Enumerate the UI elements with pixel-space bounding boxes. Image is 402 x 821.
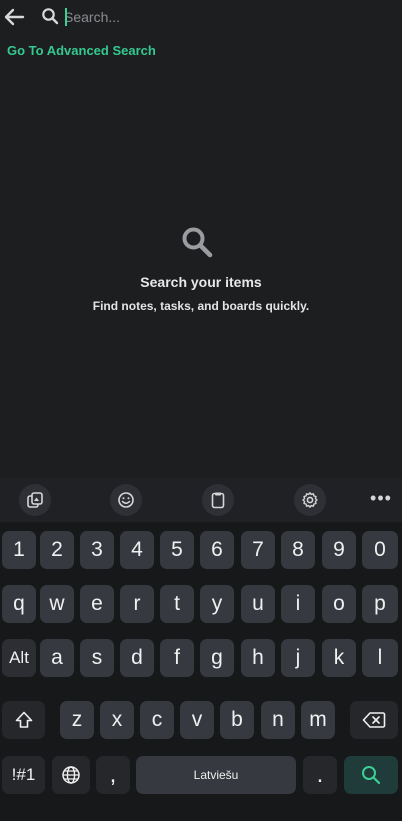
- key-o[interactable]: o: [322, 585, 356, 623]
- key-b[interactable]: b: [220, 701, 254, 739]
- key-3[interactable]: 3: [80, 531, 114, 569]
- key-8[interactable]: 8: [281, 531, 315, 569]
- sticker-icon[interactable]: [19, 484, 51, 516]
- key-7[interactable]: 7: [241, 531, 275, 569]
- keyboard-toolbar: •••: [0, 478, 402, 522]
- key-4[interactable]: 4: [120, 531, 154, 569]
- key-5[interactable]: 5: [160, 531, 194, 569]
- key-l[interactable]: l: [362, 639, 398, 677]
- symbols-key[interactable]: !#1: [2, 756, 45, 794]
- space-bar[interactable]: Latviešu: [136, 756, 296, 794]
- key-1[interactable]: 1: [2, 531, 36, 569]
- key-r[interactable]: r: [120, 585, 154, 623]
- key-j[interactable]: j: [281, 639, 315, 677]
- key-n[interactable]: n: [261, 701, 295, 739]
- key-m[interactable]: m: [301, 701, 335, 739]
- key-f[interactable]: f: [160, 639, 194, 677]
- key-6[interactable]: 6: [200, 531, 234, 569]
- advanced-search-link[interactable]: Go To Advanced Search: [7, 43, 156, 58]
- search-icon: [180, 225, 214, 259]
- emoji-icon[interactable]: [110, 484, 142, 516]
- key-i[interactable]: i: [281, 585, 315, 623]
- key-u[interactable]: u: [241, 585, 275, 623]
- key-d[interactable]: d: [120, 639, 154, 677]
- on-screen-keyboard: 1 2 3 4 5 6 7 8 9 0 q w e r t y u i o p …: [0, 522, 402, 821]
- key-c[interactable]: c: [140, 701, 174, 739]
- key-e[interactable]: e: [80, 585, 114, 623]
- key-a[interactable]: a: [40, 639, 74, 677]
- search-header: [0, 0, 402, 36]
- comma-key[interactable]: ,: [96, 756, 130, 794]
- period-key[interactable]: .: [303, 756, 337, 794]
- empty-state-title: Search your items: [140, 274, 262, 290]
- key-s[interactable]: s: [80, 639, 114, 677]
- search-screen: Go To Advanced Search Search your items …: [0, 0, 402, 821]
- search-input[interactable]: [64, 6, 384, 28]
- key-y[interactable]: y: [200, 585, 234, 623]
- key-x[interactable]: x: [100, 701, 134, 739]
- key-9[interactable]: 9: [322, 531, 356, 569]
- clipboard-icon[interactable]: [202, 484, 234, 516]
- key-k[interactable]: k: [322, 639, 356, 677]
- key-w[interactable]: w: [40, 585, 74, 623]
- back-arrow-icon[interactable]: [2, 6, 26, 28]
- key-p[interactable]: p: [362, 585, 398, 623]
- search-icon: [41, 7, 59, 25]
- text-cursor: [65, 8, 67, 26]
- backspace-icon[interactable]: [350, 701, 398, 739]
- key-alt[interactable]: Alt: [2, 639, 36, 677]
- key-z[interactable]: z: [60, 701, 94, 739]
- more-icon[interactable]: •••: [368, 488, 394, 508]
- key-0[interactable]: 0: [362, 531, 398, 569]
- key-2[interactable]: 2: [40, 531, 74, 569]
- globe-icon[interactable]: [52, 756, 90, 794]
- key-t[interactable]: t: [160, 585, 194, 623]
- key-v[interactable]: v: [180, 701, 214, 739]
- key-h[interactable]: h: [241, 639, 275, 677]
- settings-icon[interactable]: [294, 484, 326, 516]
- search-icon[interactable]: [344, 756, 398, 794]
- key-q[interactable]: q: [2, 585, 36, 623]
- shift-icon[interactable]: [2, 701, 45, 739]
- key-g[interactable]: g: [200, 639, 234, 677]
- empty-state-subtitle: Find notes, tasks, and boards quickly.: [92, 299, 310, 313]
